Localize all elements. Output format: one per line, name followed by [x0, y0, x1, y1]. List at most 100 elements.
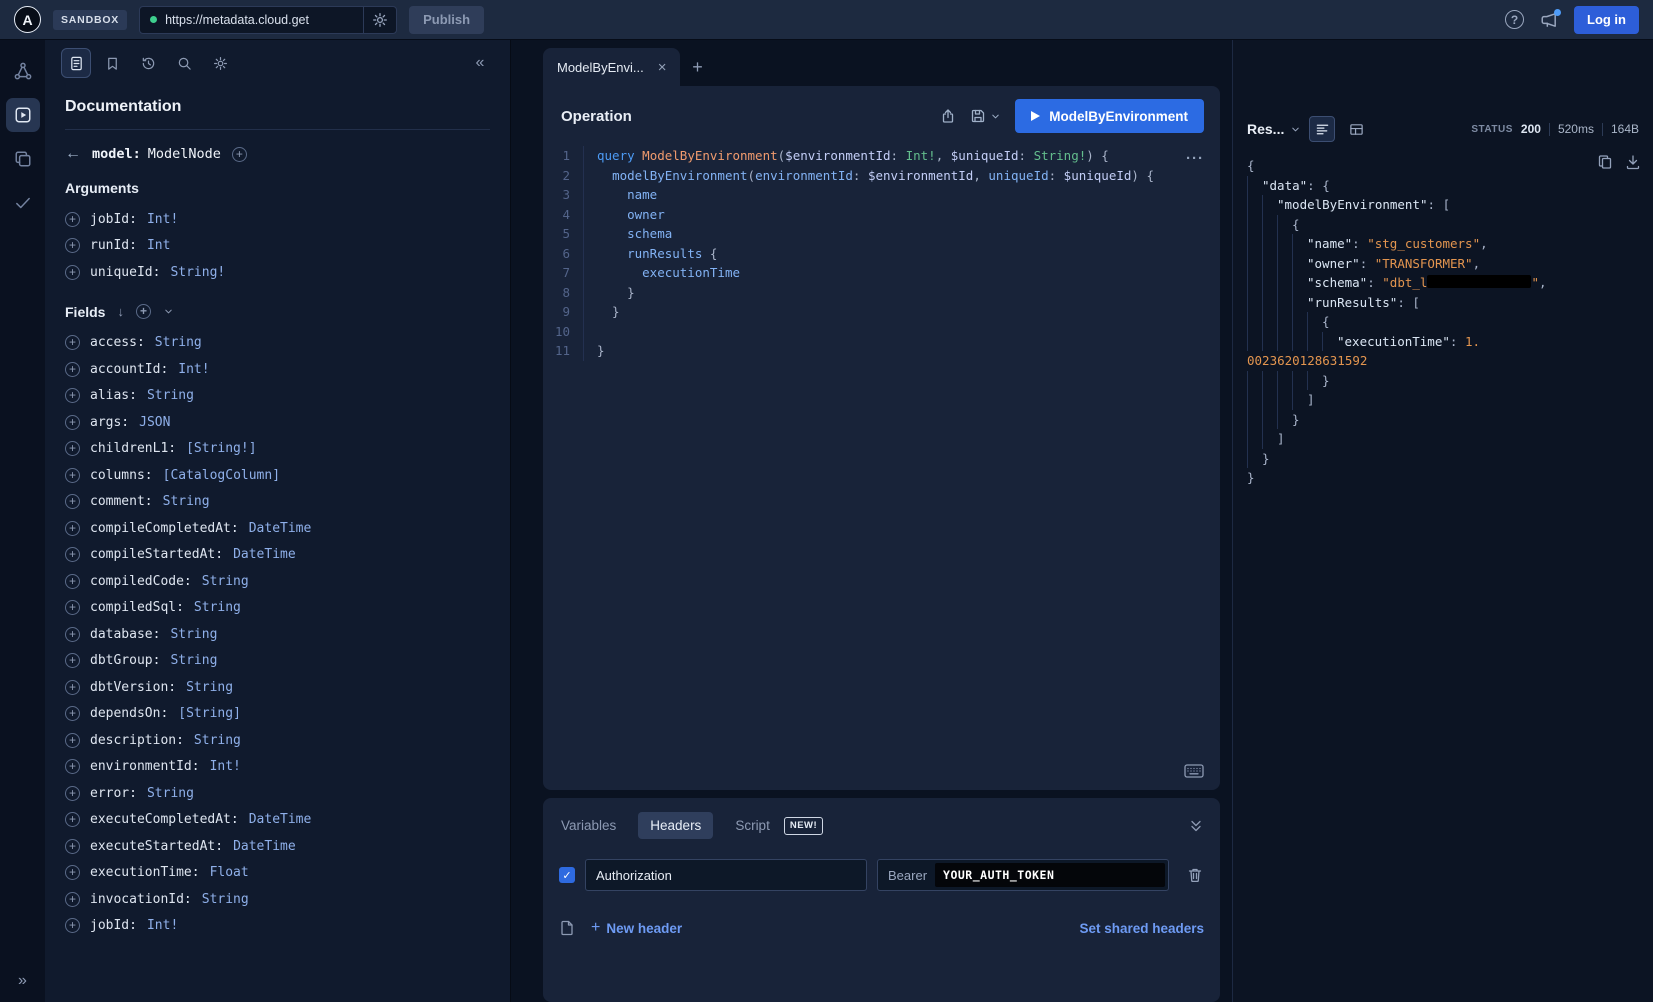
field-row[interactable]: environmentId: Int! [65, 754, 490, 781]
tab-documentation[interactable] [61, 48, 91, 78]
field-row[interactable]: alias: String [65, 383, 490, 410]
argument-type[interactable]: Int [147, 238, 170, 253]
save-operation-button[interactable] [970, 108, 1001, 124]
field-row[interactable]: accountId: Int! [65, 356, 490, 383]
add-field-icon[interactable] [65, 415, 80, 430]
field-row[interactable]: compiledSql: String [65, 595, 490, 622]
add-field-icon[interactable] [65, 335, 80, 350]
tab-explorer-settings[interactable] [205, 48, 235, 78]
add-field-icon[interactable] [65, 653, 80, 668]
sidebar-item-schema[interactable] [6, 54, 40, 88]
add-field-icon[interactable] [65, 759, 80, 774]
field-row[interactable]: compileCompletedAt: DateTime [65, 515, 490, 542]
field-type[interactable]: DateTime [249, 521, 312, 536]
field-type[interactable]: Int! [147, 918, 178, 933]
field-type[interactable]: Float [210, 865, 249, 880]
add-field-icon[interactable] [65, 441, 80, 456]
field-type[interactable]: String [147, 388, 194, 403]
field-type[interactable]: String [170, 653, 217, 668]
new-header-button[interactable]: New header [591, 919, 682, 937]
field-row[interactable]: executionTime: Float [65, 860, 490, 887]
add-field-icon[interactable] [65, 627, 80, 642]
add-field-icon[interactable] [65, 494, 80, 509]
auth-token-pill[interactable]: YOUR_AUTH_TOKEN [935, 863, 1165, 887]
field-type[interactable]: String [147, 786, 194, 801]
tab-variables[interactable]: Variables [559, 812, 618, 839]
field-type[interactable]: String [155, 335, 202, 350]
endpoint-settings-button[interactable] [363, 7, 396, 33]
argument-row[interactable]: uniqueId: String! [65, 259, 490, 286]
field-type[interactable]: [String!] [186, 441, 256, 456]
argument-type[interactable]: Int! [147, 212, 178, 227]
apollo-logo[interactable]: A [14, 6, 41, 33]
argument-row[interactable]: jobId: Int! [65, 206, 490, 233]
add-argument-icon[interactable] [65, 238, 80, 253]
field-row[interactable]: error: String [65, 780, 490, 807]
field-row[interactable]: dbtVersion: String [65, 674, 490, 701]
add-field-icon[interactable] [65, 918, 80, 933]
table-view-button[interactable] [1343, 116, 1369, 142]
field-row[interactable]: executeStartedAt: DateTime [65, 833, 490, 860]
graphql-code[interactable]: 1query ModelByEnvironment($environmentId… [543, 146, 1220, 361]
response-selector[interactable]: Res... [1247, 121, 1301, 137]
add-field-icon[interactable] [65, 547, 80, 562]
field-row[interactable]: compileStartedAt: DateTime [65, 542, 490, 569]
header-value-input[interactable]: Bearer YOUR_AUTH_TOKEN [877, 859, 1169, 891]
field-type[interactable]: [CatalogColumn] [163, 468, 280, 483]
expand-rail-button[interactable]: » [18, 972, 27, 990]
publish-button[interactable]: Publish [409, 6, 484, 34]
add-field-icon[interactable] [65, 839, 80, 854]
field-type[interactable]: [String] [178, 706, 241, 721]
add-argument-icon[interactable] [65, 212, 80, 227]
add-field-icon[interactable] [65, 600, 80, 615]
field-row[interactable]: jobId: Int! [65, 913, 490, 940]
field-type[interactable]: String [202, 892, 249, 907]
delete-header-button[interactable] [1187, 867, 1203, 883]
fields-menu-button[interactable] [163, 306, 174, 317]
announcements-button[interactable] [1540, 11, 1558, 29]
field-type[interactable]: Int! [178, 362, 209, 377]
field-type[interactable]: String [186, 680, 233, 695]
copy-response-button[interactable] [1597, 154, 1613, 170]
field-row[interactable]: comment: String [65, 489, 490, 516]
add-field-icon[interactable] [65, 812, 80, 827]
operation-tab[interactable]: ModelByEnvi... × [543, 48, 680, 86]
field-row[interactable]: args: JSON [65, 409, 490, 436]
collapse-io-panel-button[interactable] [1188, 818, 1204, 834]
add-fields-button[interactable] [136, 304, 151, 319]
formatted-view-button[interactable] [1309, 116, 1335, 142]
tab-saved-operations[interactable] [97, 48, 127, 78]
add-field-icon[interactable] [65, 733, 80, 748]
field-row[interactable]: executeCompletedAt: DateTime [65, 807, 490, 834]
field-type[interactable]: DateTime [233, 547, 296, 562]
keyboard-shortcuts-button[interactable] [1184, 764, 1204, 778]
add-field-icon[interactable] [65, 892, 80, 907]
field-type[interactable]: String [194, 733, 241, 748]
tab-script[interactable]: Script [733, 812, 772, 839]
download-response-button[interactable] [1625, 154, 1641, 170]
add-field-icon[interactable] [65, 574, 80, 589]
sidebar-item-collections[interactable] [6, 142, 40, 176]
close-tab-button[interactable]: × [658, 59, 667, 76]
field-type[interactable]: DateTime [249, 812, 312, 827]
editor-menu-button[interactable]: ··· [1186, 150, 1204, 167]
set-shared-headers-button[interactable]: Set shared headers [1079, 921, 1204, 936]
add-field-icon[interactable] [65, 362, 80, 377]
add-field-icon[interactable] [65, 865, 80, 880]
add-field-icon[interactable] [65, 388, 80, 403]
endpoint-url-input[interactable]: https://metadata.cloud.get [139, 6, 397, 34]
field-row[interactable]: invocationId: String [65, 886, 490, 913]
add-field-icon[interactable] [65, 680, 80, 695]
back-button[interactable]: ← [65, 145, 81, 163]
add-argument-icon[interactable] [65, 265, 80, 280]
field-type[interactable]: String [194, 600, 241, 615]
help-button[interactable]: ? [1505, 10, 1524, 29]
field-row[interactable]: access: String [65, 330, 490, 357]
collapse-doc-panel-button[interactable]: « [466, 54, 494, 72]
field-type[interactable]: Int! [210, 759, 241, 774]
preview-shared-headers-button[interactable] [559, 920, 575, 936]
login-button[interactable]: Log in [1574, 6, 1639, 34]
field-type[interactable]: DateTime [233, 839, 296, 854]
add-field-icon[interactable] [65, 468, 80, 483]
breadcrumb-type[interactable]: ModelNode [148, 146, 221, 162]
